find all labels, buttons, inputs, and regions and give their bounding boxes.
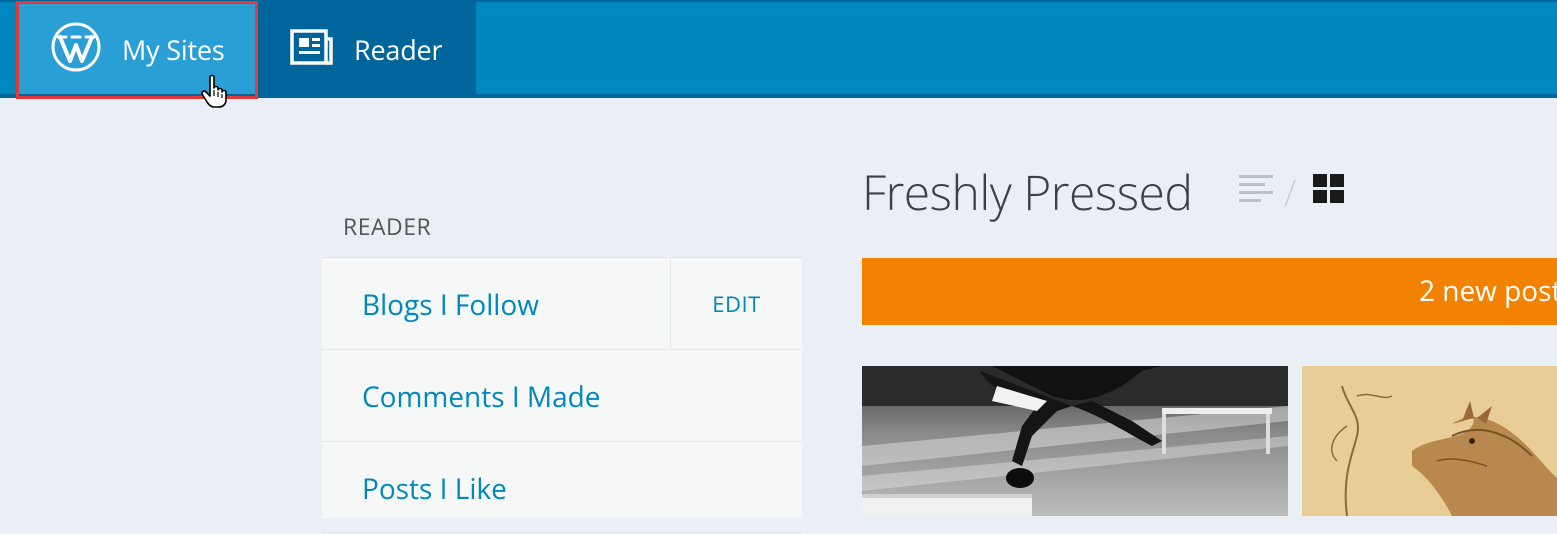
new-posts-banner[interactable]: 2 new posts bbox=[862, 258, 1557, 325]
dinosaur-illustration bbox=[1302, 366, 1557, 516]
grid-view-icon[interactable] bbox=[1313, 174, 1345, 209]
wordpress-icon bbox=[50, 21, 102, 78]
view-separator: / bbox=[1284, 168, 1297, 217]
sidebar-item-label: Comments I Made bbox=[362, 378, 601, 416]
tab-reader-label: Reader bbox=[354, 30, 443, 68]
tab-my-sites-label: My Sites bbox=[122, 30, 225, 68]
sidebar-item-label: Posts I Like bbox=[362, 470, 507, 508]
sidebar-item-blogs-i-follow[interactable]: Blogs I Follow EDIT bbox=[322, 258, 802, 350]
list-view-icon[interactable] bbox=[1239, 174, 1275, 209]
post-card-image[interactable] bbox=[862, 366, 1288, 516]
tab-reader[interactable]: Reader bbox=[258, 2, 476, 96]
edit-button[interactable]: EDIT bbox=[670, 258, 802, 349]
sidebar-item-comments-i-made[interactable]: Comments I Made bbox=[322, 350, 802, 442]
sidebar-heading: READER bbox=[343, 210, 432, 242]
sidebar-item-label: Blogs I Follow bbox=[362, 286, 539, 324]
reader-icon bbox=[290, 28, 334, 70]
sidebar-item-posts-i-like[interactable]: Posts I Like bbox=[322, 442, 802, 534]
hand-cursor-icon bbox=[200, 74, 234, 113]
hurdler-photo bbox=[862, 366, 1288, 516]
page-title: Freshly Pressed bbox=[862, 160, 1193, 225]
post-card-image[interactable] bbox=[1302, 366, 1557, 516]
sidebar-list: Blogs I Follow EDIT Comments I Made Post… bbox=[322, 257, 802, 534]
